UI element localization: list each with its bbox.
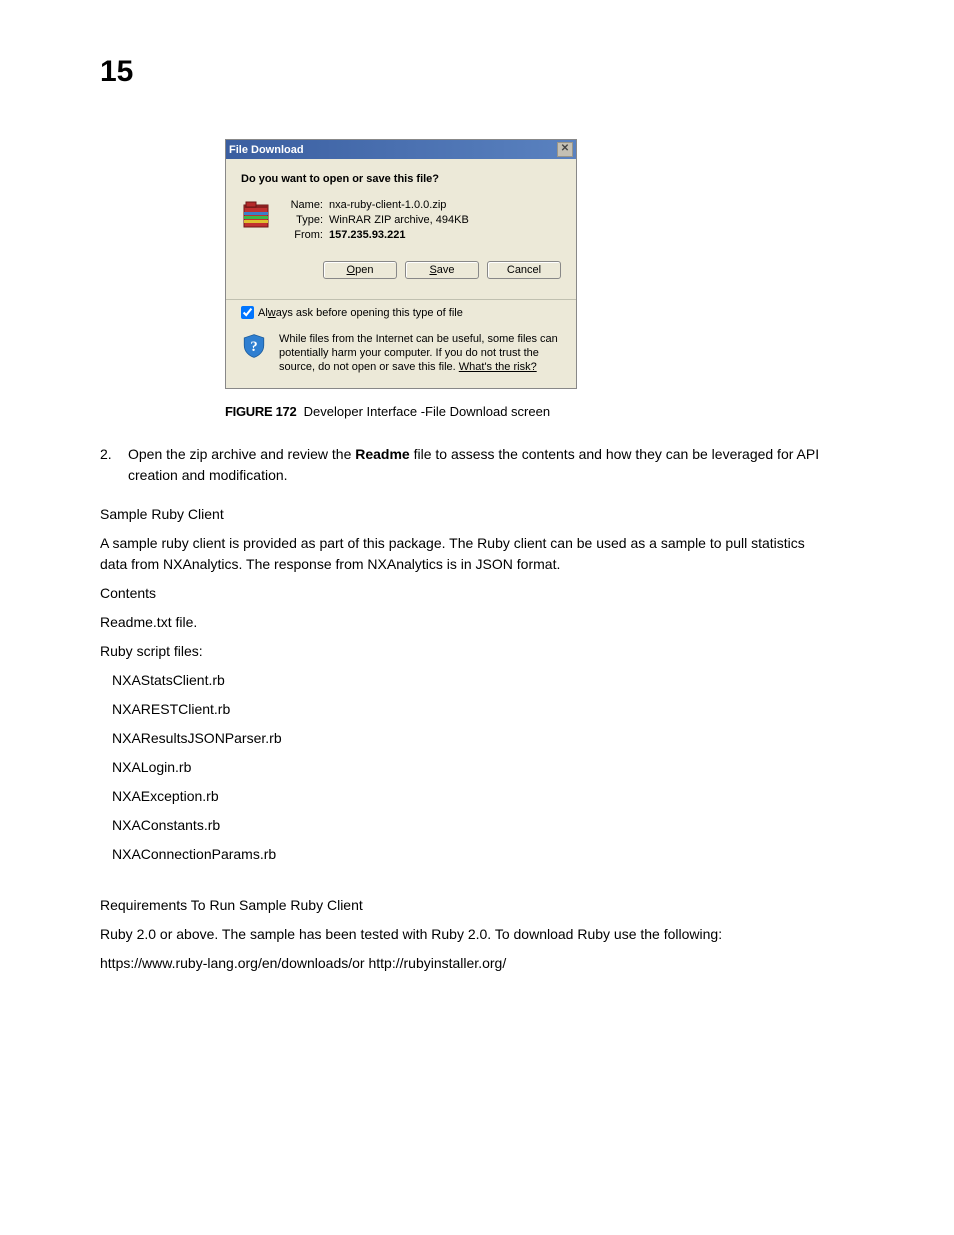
dialog-titlebar: File Download ✕ <box>226 140 576 159</box>
list-item: NXAConnectionParams.rb <box>100 844 820 865</box>
cancel-button[interactable]: Cancel <box>487 261 561 279</box>
para-sample-client: A sample ruby client is provided as part… <box>100 533 820 575</box>
save-button[interactable]: Save <box>405 261 479 279</box>
heading-contents: Contents <box>100 583 820 604</box>
archive-icon <box>241 199 281 287</box>
list-item: NXAStatsClient.rb <box>100 670 820 691</box>
list-item: NXAException.rb <box>100 786 820 807</box>
heading-sample-client: Sample Ruby Client <box>100 504 820 525</box>
meta-name-value: nxa-ruby-client-1.0.0.zip <box>329 199 561 211</box>
list-item: NXALogin.rb <box>100 757 820 778</box>
meta-type-label: Type: <box>281 214 329 226</box>
meta-from-label: From: <box>281 229 329 241</box>
risk-link[interactable]: What's the risk? <box>459 361 537 373</box>
step-text: Open the zip archive and review the Read… <box>128 444 820 486</box>
ruby-files-heading: Ruby script files: <box>100 641 820 662</box>
list-item: NXAConstants.rb <box>100 815 820 836</box>
meta-type-value: WinRAR ZIP archive, 494KB <box>329 214 561 226</box>
dialog-title: File Download <box>229 144 304 156</box>
file-download-dialog: File Download ✕ Do you want to open or s… <box>225 139 577 389</box>
readme-line: Readme.txt file. <box>100 612 820 633</box>
para-req-2: https://www.ruby-lang.org/en/downloads/o… <box>100 953 820 974</box>
para-req-1: Ruby 2.0 or above. The sample has been t… <box>100 924 820 945</box>
always-ask-label: Always ask before opening this type of f… <box>258 307 463 319</box>
dialog-prompt: Do you want to open or save this file? <box>241 173 561 185</box>
warning-text: While files from the Internet can be use… <box>279 333 561 374</box>
list-item: NXARESTClient.rb <box>100 699 820 720</box>
step-number: 2. <box>100 444 128 486</box>
heading-requirements: Requirements To Run Sample Ruby Client <box>100 895 820 916</box>
list-item: NXAResultsJSONParser.rb <box>100 728 820 749</box>
meta-name-label: Name: <box>281 199 329 211</box>
svg-text:?: ? <box>250 339 257 355</box>
shield-help-icon: ? <box>241 333 269 374</box>
figure-caption: FIGURE 172 Developer Interface -File Dow… <box>225 404 914 419</box>
open-button[interactable]: Open <box>323 261 397 279</box>
close-icon[interactable]: ✕ <box>557 142 573 157</box>
always-ask-checkbox[interactable] <box>241 306 254 319</box>
chapter-number: 15 <box>100 55 914 89</box>
meta-from-value: 157.235.93.221 <box>329 229 561 241</box>
